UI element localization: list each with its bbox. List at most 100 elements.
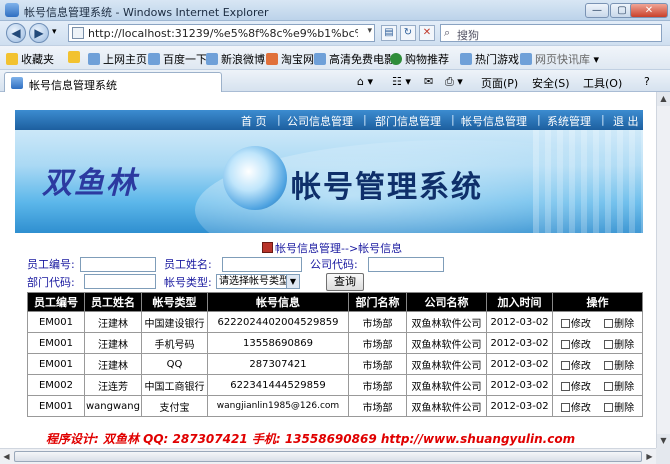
edit-link[interactable]: 修改 — [560, 318, 591, 330]
query-button[interactable]: 查询 — [326, 273, 364, 291]
address-dropdown-icon[interactable]: ▾ — [367, 26, 372, 36]
banner-orb-graphic — [223, 146, 287, 210]
cell-info: wangjianlin1985@126.com — [207, 395, 349, 417]
stop-button[interactable]: ✕ — [419, 25, 435, 41]
ie-app-icon — [5, 3, 19, 17]
edit-link[interactable]: 修改 — [560, 339, 591, 351]
table-row: EM001 汪建林 QQ 287307421 市场部 双鱼林软件公司 2012-… — [27, 353, 643, 375]
nav-system[interactable]: 系统管理 — [547, 113, 591, 129]
delete-link[interactable]: 删除 — [604, 339, 634, 351]
table-row: EM002 汪连芳 中国工商银行 622341444529859 市场部 双鱼林… — [27, 374, 643, 396]
system-title: 帐号管理系统 — [291, 170, 483, 205]
cell-actions: 修改 删除 — [552, 332, 643, 354]
page-icon — [206, 53, 218, 65]
trash-icon — [604, 318, 614, 328]
favorite-link[interactable]: 网页快讯库 ▾ — [520, 51, 599, 67]
brand-logo: 双鱼林 — [42, 166, 138, 201]
minimize-button[interactable]: — — [585, 3, 609, 18]
safety-menu[interactable]: 安全(S) — [532, 75, 570, 91]
cell-name: 汪连芳 — [84, 374, 142, 396]
trash-icon — [604, 360, 614, 370]
search-input[interactable]: ⌕ 搜狗 — [440, 24, 662, 42]
nav-logout[interactable]: 退 出 — [613, 113, 639, 129]
account-type-label: 帐号类型: — [164, 276, 212, 289]
emp-no-input[interactable] — [80, 257, 156, 272]
page-icon — [72, 27, 84, 39]
favorite-link[interactable]: 百度一下 — [148, 51, 207, 67]
page-icon — [520, 53, 532, 65]
delete-link[interactable]: 删除 — [604, 360, 634, 372]
company-code-input[interactable] — [368, 257, 444, 272]
nav-company[interactable]: 公司信息管理 — [287, 113, 353, 129]
cell-type: 手机号码 — [141, 332, 208, 354]
delete-link[interactable]: 删除 — [604, 318, 634, 330]
cell-company: 双鱼林软件公司 — [406, 374, 487, 396]
favorite-link[interactable]: 淘宝网 — [266, 51, 314, 67]
add-favorite-icon[interactable] — [68, 51, 80, 64]
nav-home[interactable]: 首 页 — [241, 113, 267, 129]
cell-dept: 市场部 — [348, 311, 407, 333]
help-menu[interactable]: ? — [644, 75, 650, 88]
favorites-button[interactable]: 收藏夹 — [6, 51, 54, 67]
refresh-button[interactable]: ↻ — [400, 25, 416, 41]
edit-icon — [560, 318, 570, 328]
print-icon[interactable]: ⎙ ▾ — [445, 75, 463, 89]
col-header: 帐号信息 — [207, 292, 349, 312]
cell-emp-no: EM001 — [27, 395, 85, 417]
back-button[interactable]: ◀ — [6, 23, 26, 43]
scroll-thumb[interactable] — [14, 451, 642, 462]
cell-actions: 修改 删除 — [552, 353, 643, 375]
favorite-link[interactable]: 购物推荐 — [390, 51, 449, 67]
account-type-select[interactable]: 请选择帐号类型 ▼ — [216, 274, 300, 289]
window-title-bar: 帐号信息管理系统 - Windows Internet Explorer — ▢… — [0, 0, 670, 21]
delete-link[interactable]: 删除 — [604, 402, 634, 414]
scroll-left-icon[interactable]: ◀ — [0, 450, 13, 463]
dept-code-label: 部门代码: — [27, 276, 75, 289]
tools-menu[interactable]: 工具(O) — [583, 75, 622, 91]
nav-account[interactable]: 帐号信息管理 — [461, 113, 527, 129]
favorite-link[interactable]: 高清免费电影 — [314, 51, 395, 67]
search-placeholder: 搜狗 — [457, 29, 479, 42]
edit-link[interactable]: 修改 — [560, 402, 591, 414]
col-header: 公司名称 — [406, 292, 487, 312]
forward-button[interactable]: ▶ — [29, 23, 49, 43]
vertical-scrollbar[interactable]: ▲ ▼ — [656, 92, 670, 448]
globe-icon — [390, 53, 402, 65]
page-icon — [148, 53, 160, 65]
home-icon[interactable]: ⌂ ▾ — [357, 75, 373, 88]
address-url: http://localhost:31239/%e5%8f%8c%e9%b1%b… — [88, 27, 358, 40]
search-icon: ⌕ — [444, 26, 451, 39]
history-dropdown-icon[interactable]: ▾ — [52, 27, 57, 37]
cell-name: wangwang — [84, 395, 142, 417]
scroll-right-icon[interactable]: ▶ — [643, 450, 656, 463]
tab-current[interactable]: 帐号信息管理系统 — [4, 72, 222, 92]
delete-link[interactable]: 删除 — [604, 381, 634, 393]
cell-type: 中国建设银行 — [141, 311, 208, 333]
close-window-button[interactable]: ✕ — [630, 3, 668, 18]
feeds-icon[interactable]: ☷ ▾ — [392, 75, 411, 88]
emp-name-input[interactable] — [222, 257, 302, 272]
edit-link[interactable]: 修改 — [560, 360, 591, 372]
dept-code-input[interactable] — [84, 274, 156, 289]
horizontal-scrollbar[interactable]: ◀ ▶ — [0, 448, 656, 464]
table-row: EM001 汪建林 中国建设银行 6222024402004529859 市场部… — [27, 311, 643, 333]
favorite-link[interactable]: 上网主页 — [88, 51, 147, 67]
cell-dept: 市场部 — [348, 374, 407, 396]
page-menu[interactable]: 页面(P) — [481, 75, 518, 91]
cell-type: 中国工商银行 — [141, 374, 208, 396]
company-code-label: 公司代码: — [310, 258, 358, 271]
col-header: 加入时间 — [486, 292, 553, 312]
address-field[interactable]: http://localhost:31239/%e5%8f%8c%e9%b1%b… — [68, 24, 375, 42]
favorite-link[interactable]: 新浪微博 — [206, 51, 265, 67]
cell-actions: 修改 删除 — [552, 374, 643, 396]
favorite-link[interactable]: 热门游戏 — [460, 51, 519, 67]
nav-department[interactable]: 部门信息管理 — [375, 113, 441, 129]
scroll-up-icon[interactable]: ▲ — [657, 92, 670, 106]
compat-view-icon[interactable]: ▤ — [381, 25, 397, 41]
site-footer: 程序设计: 双鱼林 QQ: 287307421 手机: 13558690869 … — [46, 432, 576, 446]
scroll-down-icon[interactable]: ▼ — [657, 434, 670, 448]
cell-emp-no: EM001 — [27, 353, 85, 375]
edit-link[interactable]: 修改 — [560, 381, 591, 393]
mail-icon[interactable]: ✉ — [424, 75, 433, 88]
cell-type: QQ — [141, 353, 208, 375]
